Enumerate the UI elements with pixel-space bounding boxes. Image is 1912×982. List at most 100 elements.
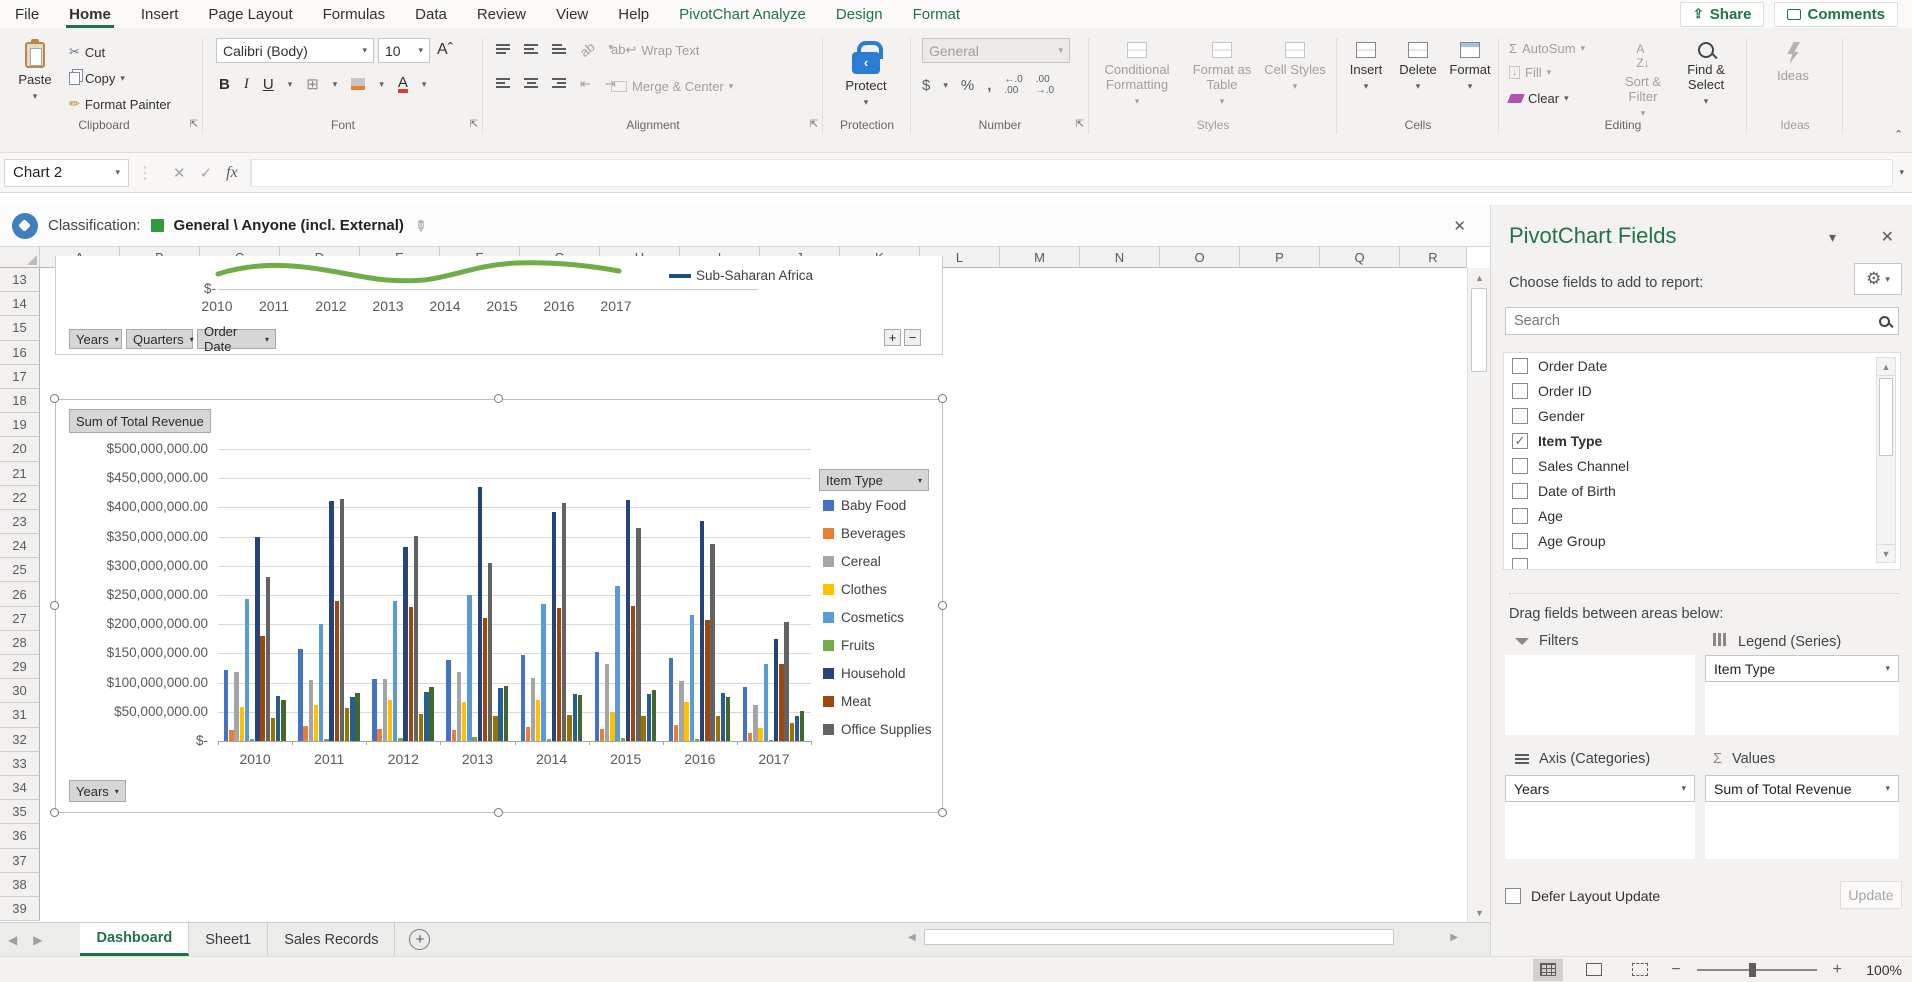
unchecked-checkbox[interactable] [1512, 533, 1528, 549]
tools-button[interactable]: ⚙▾ [1854, 263, 1902, 295]
borders-icon[interactable]: ⊞ [306, 75, 319, 93]
increase-font-icon[interactable]: Aˆ [434, 38, 456, 62]
font-name-select[interactable]: Calibri (Body)▾ [216, 38, 374, 63]
bar-household[interactable] [552, 512, 556, 741]
scroll-up-icon[interactable]: ▲ [1468, 268, 1491, 287]
scroll-right-icon[interactable]: ▶ [1442, 932, 1466, 943]
underline-button[interactable]: U [263, 76, 274, 93]
bar-fruits[interactable] [472, 737, 476, 741]
bar-baby-food[interactable] [669, 658, 673, 741]
bar-cosmetics[interactable] [690, 615, 694, 741]
scroll-left-icon[interactable]: ◀ [900, 932, 924, 943]
selection-handle[interactable] [494, 394, 503, 403]
bar-series11[interactable] [276, 696, 280, 741]
top-field-button-order-date[interactable]: Order Date▾ [197, 329, 276, 349]
bar-beverages[interactable] [303, 726, 307, 741]
bar-series12[interactable] [578, 695, 582, 741]
selection-handle[interactable] [494, 808, 503, 817]
legend-item-baby-food[interactable]: Baby Food [823, 498, 906, 513]
row-header-25[interactable]: 25 [0, 558, 40, 582]
bar-series10[interactable] [641, 716, 645, 741]
bar-series12[interactable] [652, 690, 656, 741]
bar-beverages[interactable] [229, 730, 233, 741]
ribbon-tab-data[interactable]: Data [400, 0, 462, 28]
bar-clothes[interactable] [536, 700, 540, 741]
bar-cereal[interactable] [531, 678, 535, 741]
bar-household[interactable] [255, 537, 259, 741]
selection-handle[interactable] [938, 601, 947, 610]
wrap-text-button[interactable]: ab↩Wrap Text [608, 38, 702, 62]
collapse-button[interactable]: − [904, 329, 921, 346]
bar-series12[interactable] [355, 693, 359, 741]
bar-baby-food[interactable] [743, 687, 747, 741]
bar-series10[interactable] [716, 716, 720, 741]
expand-button[interactable]: + [884, 329, 901, 346]
field-item-sales-channel[interactable]: Sales Channel [1504, 453, 1900, 478]
bar-series12[interactable] [429, 687, 433, 741]
row-header-33[interactable]: 33 [0, 752, 40, 776]
sort-filter-button[interactable]: AZ↓ Sort & Filter▾ [1614, 36, 1672, 119]
normal-view-button[interactable] [1533, 959, 1563, 981]
legend-item-fruits[interactable]: Fruits [823, 638, 875, 653]
bar-meat[interactable] [409, 607, 413, 741]
axis-area-box[interactable]: Years▾ [1505, 775, 1695, 859]
sheet-nav-right-icon[interactable]: ▶ [25, 933, 50, 947]
top-chart-legend-label[interactable]: Sub-Saharan Africa [696, 268, 813, 283]
row-header-30[interactable]: 30 [0, 679, 40, 703]
bar-office-supplies[interactable] [784, 622, 788, 741]
bar-household[interactable] [478, 487, 482, 741]
clear-button[interactable]: Clear▾ [1506, 86, 1572, 110]
zoom-out-icon[interactable]: − [1671, 961, 1680, 979]
row-header-29[interactable]: 29 [0, 655, 40, 679]
column-header-P[interactable]: P [1240, 247, 1320, 268]
ribbon-tab-format[interactable]: Format [898, 0, 976, 28]
font-size-select[interactable]: 10▾ [378, 38, 430, 63]
bar-office-supplies[interactable] [266, 577, 270, 741]
row-header-34[interactable]: 34 [0, 776, 40, 800]
field-item-date-of-birth[interactable]: Date of Birth [1504, 478, 1900, 503]
bar-series11[interactable] [498, 688, 502, 741]
select-all-corner[interactable] [0, 247, 40, 268]
main-pivot-chart[interactable]: Sum of Total Revenue $500,000,000.00$450… [55, 399, 943, 813]
italic-button[interactable]: I [244, 76, 249, 93]
legend-item-cosmetics[interactable]: Cosmetics [823, 610, 904, 625]
row-header-31[interactable]: 31 [0, 703, 40, 727]
bar-cereal[interactable] [753, 705, 757, 741]
legend-area-box[interactable]: Item Type▾ [1705, 655, 1899, 735]
formula-bar-expand-icon[interactable]: ▾ [1899, 167, 1912, 178]
increase-decimal-icon[interactable]: ←.0.00 [1004, 74, 1022, 96]
percent-format-icon[interactable]: % [961, 77, 974, 94]
cancel-icon[interactable]: ✕ [173, 164, 186, 182]
legend-item-meat[interactable]: Meat [823, 694, 871, 709]
conditional-formatting-button[interactable]: Conditional Formatting▾ [1094, 36, 1180, 107]
row-header-22[interactable]: 22 [0, 486, 40, 510]
bar-office-supplies[interactable] [340, 499, 344, 741]
zoom-slider[interactable] [1697, 969, 1817, 971]
cell-styles-button[interactable]: Cell Styles▾ [1264, 36, 1326, 92]
bar-beverages[interactable] [674, 725, 678, 741]
bar-beverages[interactable] [526, 727, 530, 741]
search-input[interactable]: Search [1505, 307, 1899, 335]
bar-office-supplies[interactable] [488, 563, 492, 741]
page-layout-view-button[interactable] [1579, 959, 1609, 981]
vertical-scroll-thumb[interactable] [1471, 288, 1487, 372]
decrease-decimal-icon[interactable]: .00→.0 [1036, 74, 1054, 96]
values-area-item[interactable]: Sum of Total Revenue▾ [1705, 775, 1899, 802]
bar-cosmetics[interactable] [245, 599, 249, 741]
bar-series12[interactable] [726, 697, 730, 741]
bar-cereal[interactable] [309, 680, 313, 741]
field-item-order-id[interactable]: Order ID [1504, 378, 1900, 403]
bar-baby-food[interactable] [298, 649, 302, 741]
ribbon-tab-pivotchart-analyze[interactable]: PivotChart Analyze [664, 0, 821, 28]
row-header-26[interactable]: 26 [0, 582, 40, 606]
ribbon-tab-home[interactable]: Home [54, 0, 126, 28]
bar-series11[interactable] [721, 693, 725, 741]
bar-meat[interactable] [335, 601, 339, 741]
row-header-19[interactable]: 19 [0, 413, 40, 437]
column-header-N[interactable]: N [1080, 247, 1160, 268]
legend-item-cereal[interactable]: Cereal [823, 554, 881, 569]
bar-household[interactable] [403, 547, 407, 741]
align-top-icon[interactable] [496, 42, 510, 57]
selection-handle[interactable] [938, 808, 947, 817]
bar-series11[interactable] [424, 692, 428, 741]
